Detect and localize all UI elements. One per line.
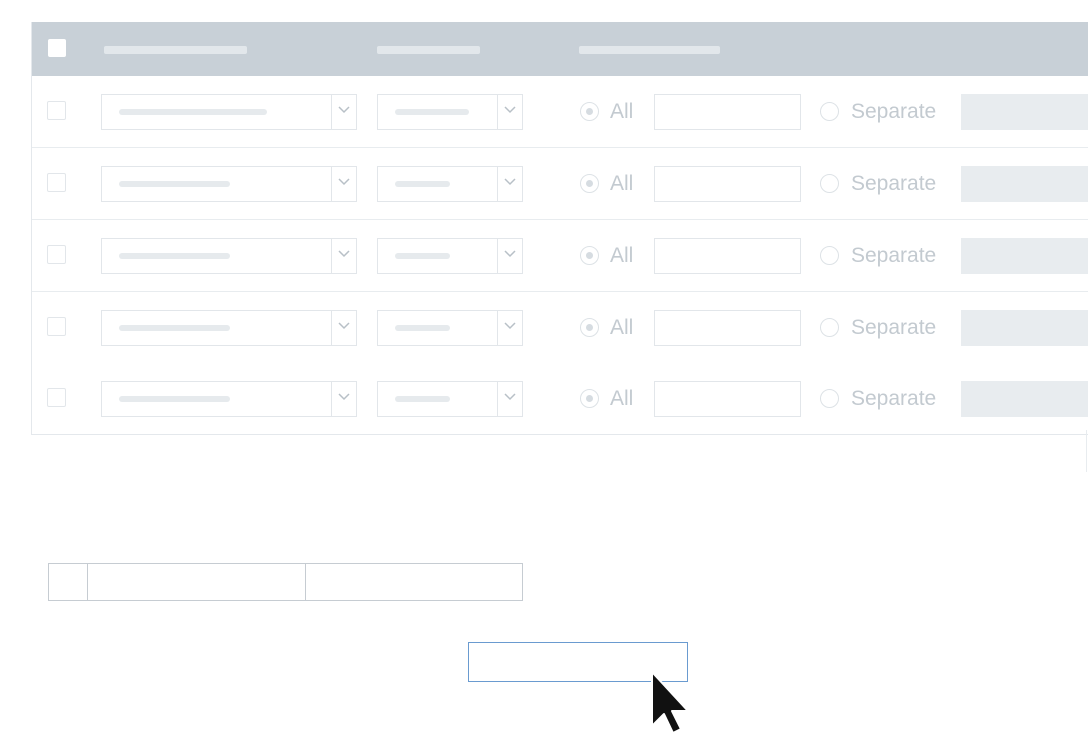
radio-separate[interactable] xyxy=(820,102,839,121)
table-row: All Separate xyxy=(32,148,1088,220)
radio-all-label: All xyxy=(610,244,634,267)
row-text-input[interactable] xyxy=(654,310,801,346)
radio-all[interactable] xyxy=(580,102,599,121)
select-placeholder xyxy=(119,109,267,115)
table-edge xyxy=(1086,430,1087,472)
radio-separate-label: Separate xyxy=(851,316,937,339)
bottom-segmented-field[interactable] xyxy=(48,563,523,601)
chevron-down-icon[interactable] xyxy=(497,382,522,416)
radio-separate-label: Separate xyxy=(851,387,937,410)
select-placeholder xyxy=(119,325,230,331)
select-placeholder xyxy=(395,181,450,187)
table-row: All Separate xyxy=(32,76,1088,148)
select-placeholder xyxy=(119,253,230,259)
row-select-primary[interactable] xyxy=(101,166,357,202)
row-disabled-field xyxy=(961,238,1088,274)
column-header-placeholder-1 xyxy=(104,46,247,54)
row-select-secondary[interactable] xyxy=(377,94,523,130)
select-placeholder xyxy=(119,181,230,187)
row-checkbox[interactable] xyxy=(47,173,66,192)
row-select-primary[interactable] xyxy=(101,94,357,130)
chevron-down-icon[interactable] xyxy=(497,167,522,201)
row-select-primary[interactable] xyxy=(101,238,357,274)
chevron-down-icon[interactable] xyxy=(331,239,356,273)
row-text-input[interactable] xyxy=(654,94,801,130)
radio-all[interactable] xyxy=(580,174,599,193)
select-placeholder xyxy=(395,325,450,331)
row-select-secondary[interactable] xyxy=(377,310,523,346)
select-placeholder xyxy=(119,396,230,402)
row-checkbox[interactable] xyxy=(47,317,66,336)
radio-all-label: All xyxy=(610,387,634,410)
chevron-down-icon[interactable] xyxy=(331,311,356,345)
mouse-pointer-icon xyxy=(648,670,692,741)
radio-all-label: All xyxy=(610,316,634,339)
segment-cell-2[interactable] xyxy=(88,564,306,600)
select-all-checkbox[interactable] xyxy=(48,39,66,57)
radio-all-label: All xyxy=(610,100,634,123)
radio-all[interactable] xyxy=(580,246,599,265)
column-header-placeholder-3 xyxy=(579,46,720,54)
row-text-input[interactable] xyxy=(654,381,801,417)
data-table: All Separate All Separate All Separate All Sepa… xyxy=(31,22,1088,435)
segment-cell-3[interactable] xyxy=(306,564,523,600)
row-disabled-field xyxy=(961,166,1088,202)
chevron-down-icon[interactable] xyxy=(497,311,522,345)
row-select-primary[interactable] xyxy=(101,381,357,417)
row-disabled-field xyxy=(961,310,1088,346)
radio-separate-label: Separate xyxy=(851,244,937,267)
select-placeholder xyxy=(395,253,450,259)
chevron-down-icon[interactable] xyxy=(331,167,356,201)
select-placeholder xyxy=(395,396,450,402)
table-row: All Separate xyxy=(32,220,1088,292)
radio-separate-label: Separate xyxy=(851,100,937,123)
radio-separate[interactable] xyxy=(820,389,839,408)
table-row: All Separate xyxy=(32,363,1088,434)
radio-all[interactable] xyxy=(580,389,599,408)
row-select-primary[interactable] xyxy=(101,310,357,346)
radio-all-label: All xyxy=(610,172,634,195)
row-checkbox[interactable] xyxy=(47,101,66,120)
select-placeholder xyxy=(395,109,469,115)
row-checkbox[interactable] xyxy=(47,245,66,264)
row-disabled-field xyxy=(961,381,1088,417)
row-text-input[interactable] xyxy=(654,166,801,202)
row-disabled-field xyxy=(961,94,1088,130)
radio-separate[interactable] xyxy=(820,174,839,193)
column-header-placeholder-2 xyxy=(377,46,480,54)
row-select-secondary[interactable] xyxy=(377,238,523,274)
segment-cell-1[interactable] xyxy=(49,564,88,600)
radio-separate[interactable] xyxy=(820,246,839,265)
radio-separate[interactable] xyxy=(820,318,839,337)
chevron-down-icon[interactable] xyxy=(331,95,356,129)
radio-all[interactable] xyxy=(580,318,599,337)
row-select-secondary[interactable] xyxy=(377,381,523,417)
row-select-secondary[interactable] xyxy=(377,166,523,202)
table-row: All Separate xyxy=(32,292,1088,364)
chevron-down-icon[interactable] xyxy=(497,95,522,129)
chevron-down-icon[interactable] xyxy=(331,382,356,416)
row-text-input[interactable] xyxy=(654,238,801,274)
table-header xyxy=(32,22,1088,76)
radio-separate-label: Separate xyxy=(851,172,937,195)
row-checkbox[interactable] xyxy=(47,388,66,407)
chevron-down-icon[interactable] xyxy=(497,239,522,273)
